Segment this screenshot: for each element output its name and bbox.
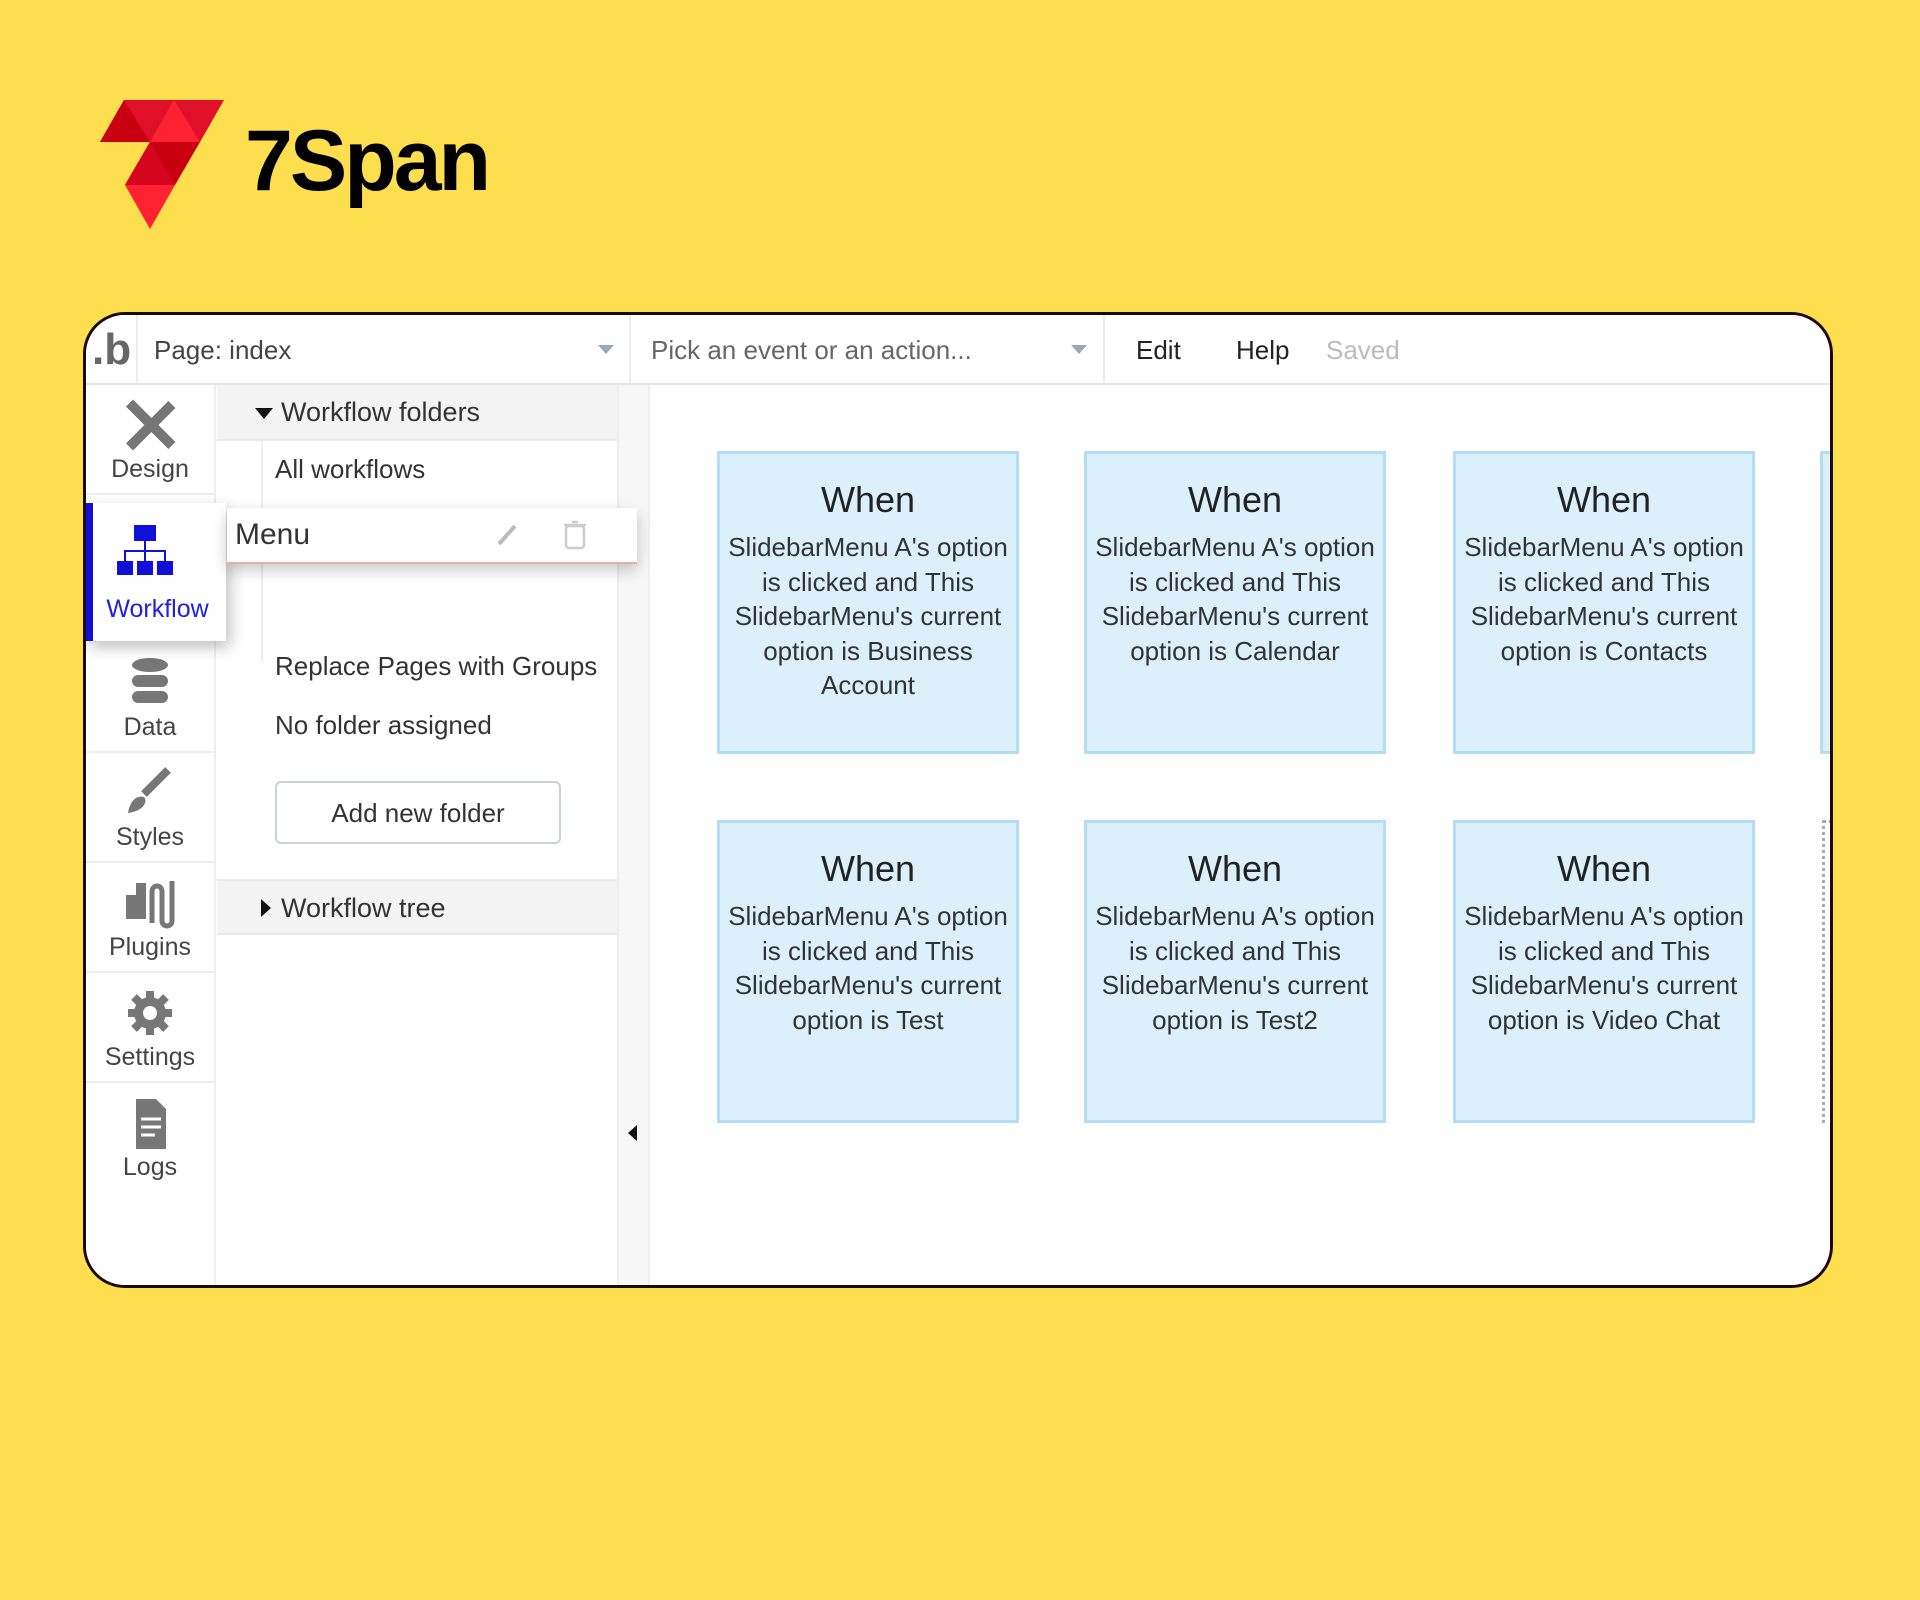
workflow-tree-header[interactable]: Workflow tree — [217, 879, 617, 935]
add-new-folder-button[interactable]: Add new folder — [275, 781, 561, 844]
sidebar-item-workflow[interactable]: Workflow — [86, 503, 226, 641]
sidebar-item-plugins[interactable]: Plugins — [86, 863, 214, 973]
folder-menu-dragging[interactable]: Menu — [227, 508, 637, 564]
workflow-event-card[interactable]: When SlidebarMenu A's option is clicked a… — [1453, 451, 1755, 754]
bubble-logo[interactable]: .b — [92, 325, 131, 375]
workflow-event-card[interactable]: When SlidebarMenu A's option is clicked a… — [717, 451, 1019, 754]
workflow-event-card[interactable]: When SlidebarMenu A's option is clicked a… — [1084, 451, 1386, 754]
sidebar-item-logs[interactable]: Logs — [86, 1083, 214, 1193]
bubble-editor-window: .b Page: index Pick an event or an actio… — [83, 312, 1833, 1288]
folder-none-assigned[interactable]: No folder assigned — [275, 710, 492, 741]
brand: 7Span — [100, 100, 520, 230]
document-icon — [136, 1099, 166, 1149]
brush-icon — [128, 767, 171, 813]
sidebar-item-label: Plugins — [109, 933, 191, 961]
database-icon — [132, 658, 168, 703]
design-tools-icon — [125, 399, 176, 451]
7span-logo-icon — [100, 100, 224, 229]
top-bar: .b Page: index Pick an event or an actio… — [86, 315, 1830, 385]
event-picker[interactable]: Pick an event or an action... — [651, 335, 972, 366]
workflow-canvas: When SlidebarMenu A's option is clicked a… — [650, 385, 1830, 1285]
edit-menu[interactable]: Edit — [1136, 335, 1181, 366]
workflow-event-card[interactable]: When SlidebarMenu A's option is clicked a… — [1084, 820, 1386, 1123]
gear-icon — [128, 991, 172, 1035]
sidebar-item-settings[interactable]: Settings — [86, 973, 214, 1083]
caret-down-icon — [255, 408, 273, 419]
sidebar-item-data[interactable]: Data — [86, 643, 214, 753]
sidebar-item-design[interactable]: Design — [86, 385, 214, 495]
sidebar-item-label: Workflow — [106, 595, 209, 623]
sidebar: Design Workflow Data Styles Plugins Sett… — [86, 385, 226, 1285]
save-status: Saved — [1326, 335, 1400, 365]
pencil-icon[interactable] — [495, 522, 521, 548]
workflow-tree-icon — [117, 525, 173, 575]
sidebar-item-label: Design — [111, 455, 189, 483]
trash-icon[interactable] — [563, 520, 587, 550]
folder-all-workflows[interactable]: All workflows — [275, 454, 425, 485]
new-event-placeholder[interactable] — [1822, 820, 1830, 1123]
workflow-folders-header[interactable]: Workflow folders — [217, 385, 617, 441]
sidebar-item-label: Settings — [104, 1043, 196, 1071]
help-menu[interactable]: Help — [1236, 335, 1289, 366]
sidebar-item-label: Logs — [122, 1153, 178, 1181]
workflow-event-card[interactable]: When SlidebarMenu A's option is clicked a… — [1453, 820, 1755, 1123]
plug-icon — [126, 881, 175, 929]
sidebar-item-label: Styles — [115, 823, 185, 851]
caret-right-icon — [261, 899, 271, 917]
collapse-arrow-icon[interactable] — [628, 1125, 637, 1141]
sidebar-item-label: Data — [123, 713, 177, 741]
folder-replace-pages[interactable]: Replace Pages with Groups — [275, 651, 597, 682]
workflow-event-card-partial[interactable] — [1820, 451, 1830, 754]
chevron-down-icon[interactable] — [1071, 345, 1087, 354]
sidebar-item-styles[interactable]: Styles — [86, 753, 214, 863]
workflow-event-card[interactable]: When SlidebarMenu A's option is clicked a… — [717, 820, 1019, 1123]
page-selector[interactable]: Page: index — [154, 335, 291, 366]
brand-name: 7Span — [245, 113, 491, 209]
chevron-down-icon[interactable] — [598, 345, 614, 354]
